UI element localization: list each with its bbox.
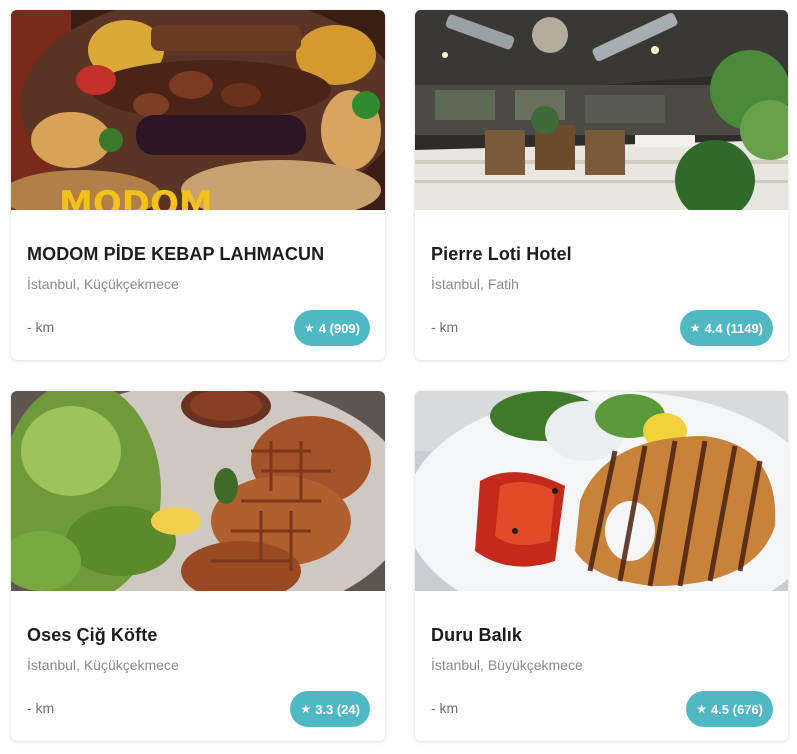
rating-value: 3.3 (24): [315, 701, 360, 717]
restaurant-distance: - km: [431, 700, 459, 716]
restaurant-location: İstanbul, Fatih: [431, 276, 519, 292]
restaurant-name: Pierre Loti Hotel: [431, 244, 572, 264]
rating-value: 4.5 (676): [710, 701, 763, 717]
restaurant-name: Oses Çiğ Köfte: [27, 625, 158, 645]
grilled-fish-photo[interactable]: [415, 391, 788, 591]
restaurant-location: İstanbul, Küçükçekmece: [27, 657, 179, 673]
restaurant-card[interactable]: Pierre Loti Hotel İstanbul, Fatih - km ★…: [415, 10, 788, 360]
restaurant-location: İstanbul, Küçükçekmece: [27, 276, 179, 292]
star-icon: ★: [300, 702, 312, 716]
restaurant-distance: - km: [27, 319, 55, 335]
star-icon: ★: [304, 321, 315, 335]
star-icon: ★: [689, 321, 701, 335]
restaurant-location: İstanbul, Büyükçekmece: [431, 657, 583, 673]
restaurant-interior-photo[interactable]: [415, 10, 788, 210]
restaurant-name: MODOM PİDE KEBAP LAHMACUN: [27, 244, 325, 264]
rating-badge: ★ 4.5 (676): [686, 691, 773, 727]
rating-value: 4.4 (1149): [704, 320, 763, 336]
restaurant-card[interactable]: Oses Çiğ Köfte İstanbul, Küçükçekmece - …: [11, 391, 385, 741]
restaurant-card[interactable]: Duru Balık İstanbul, Büyükçekmece - km ★…: [415, 391, 788, 741]
restaurant-distance: - km: [431, 319, 459, 335]
cig-kofte-photo[interactable]: [11, 391, 385, 591]
rating-badge: ★ 3.3 (24): [290, 691, 370, 727]
restaurant-distance: - km: [27, 700, 55, 716]
restaurant-card[interactable]: MODOM MODOM PİDE KEBAP LAHMACUN İstanbul…: [11, 10, 385, 360]
rating-badge: ★ 4 (909): [294, 310, 370, 346]
svg-text:MODOM: MODOM: [59, 184, 213, 210]
kebab-platter-photo[interactable]: MODOM: [11, 10, 385, 210]
rating-value: 4 (909): [318, 320, 360, 336]
rating-badge: ★ 4.4 (1149): [679, 310, 773, 346]
restaurant-grid: MODOM MODOM PİDE KEBAP LAHMACUN İstanbul…: [0, 0, 797, 754]
star-icon: ★: [696, 702, 707, 716]
restaurant-name: Duru Balık: [431, 625, 523, 645]
